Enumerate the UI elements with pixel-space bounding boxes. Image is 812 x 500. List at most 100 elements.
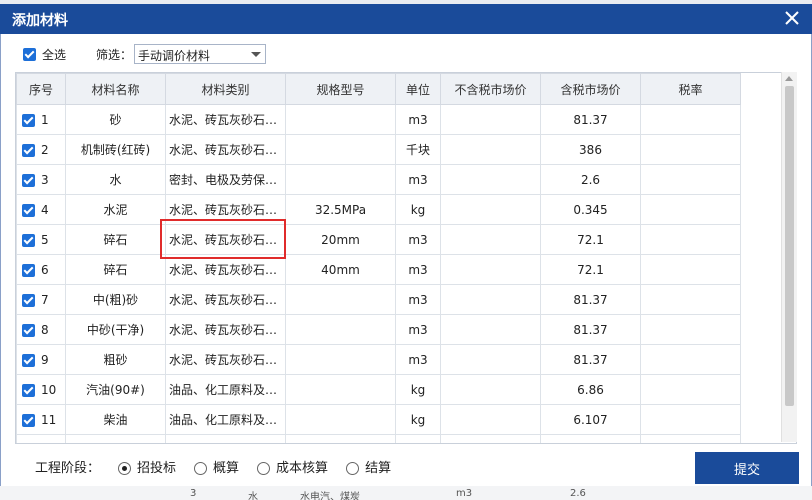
row-checkbox[interactable] — [22, 293, 35, 307]
cell-price-incl-tax[interactable]: 6.86 — [540, 374, 641, 405]
row-checkbox[interactable] — [22, 353, 35, 367]
cell-tax-rate[interactable] — [640, 254, 741, 285]
cell-price-incl-tax[interactable]: 72.1 — [540, 254, 641, 285]
column-header-tax-rate[interactable]: 税率 — [640, 73, 741, 105]
column-header-name[interactable]: 材料名称 — [65, 73, 166, 105]
row-seq-cell[interactable]: 1 — [16, 104, 66, 135]
cell-tax-rate[interactable] — [640, 344, 741, 375]
cell-price-excl-tax[interactable] — [440, 104, 541, 135]
row-seq-cell[interactable]: 2 — [16, 134, 66, 165]
cell-tax-rate[interactable] — [640, 224, 741, 255]
cell-tax-rate[interactable] — [640, 404, 741, 435]
cell-category[interactable]: 水泥、砖瓦灰砂石… — [165, 254, 286, 285]
cell-name[interactable]: 水泥 — [65, 194, 166, 225]
stage-option-label[interactable]: 概算 — [213, 461, 239, 476]
cell-name[interactable]: 柴油 — [65, 404, 166, 435]
row-checkbox[interactable] — [22, 143, 35, 157]
cell-unit[interactable]: 千块 — [395, 134, 441, 165]
cell-unit[interactable]: kg — [395, 404, 441, 435]
cell-price-incl-tax[interactable]: 81.37 — [540, 344, 641, 375]
cell-unit[interactable]: m3 — [395, 104, 441, 135]
cell-category[interactable]: 水泥、砖瓦灰砂石… — [165, 344, 286, 375]
row-seq-cell[interactable]: 5 — [16, 224, 66, 255]
cell-category[interactable]: 水泥、砖瓦灰砂石… — [165, 284, 286, 315]
row-checkbox[interactable] — [22, 203, 35, 217]
column-header-unit[interactable]: 单位 — [395, 73, 441, 105]
cell-price-incl-tax[interactable]: 2.6 — [540, 164, 641, 195]
scroll-up-arrow-icon[interactable] — [785, 76, 793, 81]
cell-name[interactable]: 碎石 — [65, 224, 166, 255]
cell-category[interactable]: 油品、化工原料及… — [165, 374, 286, 405]
table-row[interactable]: 8 中砂(干净) 水泥、砖瓦灰砂石… m3 81.37 — [16, 314, 741, 345]
column-header-spec[interactable]: 规格型号 — [285, 73, 396, 105]
filter-dropdown[interactable]: 手动调价材料 — [134, 44, 267, 64]
cell-tax-rate[interactable] — [640, 164, 741, 195]
table-row[interactable]: 4 水泥 水泥、砖瓦灰砂石… 32.5MPa kg 0.345 — [16, 194, 741, 225]
table-row[interactable]: 11 柴油 油品、化工原料及… kg 6.107 — [16, 404, 741, 435]
cell-name[interactable]: 中砂(干净) — [65, 314, 166, 345]
cell-spec[interactable] — [285, 104, 396, 135]
row-checkbox[interactable] — [22, 444, 35, 445]
cell-spec[interactable] — [285, 434, 396, 443]
cell-price-excl-tax[interactable] — [440, 194, 541, 225]
cell-category[interactable]: 油品、化工原料及… — [165, 404, 286, 435]
table-row[interactable]: 6 碎石 水泥、砖瓦灰砂石… 40mm m3 72.1 — [16, 254, 741, 285]
column-header-price-excl-tax[interactable]: 不含税市场价 — [440, 73, 541, 105]
stage-option-label[interactable]: 结算 — [365, 461, 391, 476]
cell-price-excl-tax[interactable] — [440, 164, 541, 195]
stage-radio-0[interactable] — [118, 462, 132, 475]
table-row[interactable]: 2 机制砖(红砖) 水泥、砖瓦灰砂石… 千块 386 — [16, 134, 741, 165]
cell-spec[interactable] — [285, 344, 396, 375]
table-row[interactable]: 10 汽油(90#) 油品、化工原料及… kg 6.86 — [16, 374, 741, 405]
cell-name[interactable]: 碎石 — [65, 254, 166, 285]
table-row[interactable]: 12 电密封、电极及劳保… kW·h 0.931 — [16, 434, 741, 445]
row-checkbox[interactable] — [22, 173, 35, 187]
row-checkbox[interactable] — [22, 413, 35, 427]
cell-category[interactable]: 水泥、砖瓦灰砂石… — [165, 134, 286, 165]
row-seq-cell[interactable]: 12 — [16, 434, 66, 445]
cell-spec[interactable] — [285, 284, 396, 315]
cell-price-incl-tax[interactable]: 6.107 — [540, 404, 641, 435]
cell-tax-rate[interactable] — [640, 374, 741, 405]
cell-spec[interactable]: 40mm — [285, 254, 396, 285]
cell-spec[interactable] — [285, 374, 396, 405]
row-seq-cell[interactable]: 9 — [16, 344, 66, 375]
row-seq-cell[interactable]: 4 — [16, 194, 66, 225]
row-checkbox[interactable] — [22, 233, 35, 247]
cell-price-incl-tax[interactable]: 0.931 — [540, 434, 641, 443]
cell-name[interactable]: 粗砂 — [65, 344, 166, 375]
table-row[interactable]: 7 中(粗)砂 水泥、砖瓦灰砂石… m3 81.37 — [16, 284, 741, 315]
stage-radio-1[interactable] — [194, 462, 208, 475]
row-checkbox[interactable] — [22, 113, 35, 127]
cell-spec[interactable] — [285, 314, 396, 345]
cell-unit[interactable]: m3 — [395, 224, 441, 255]
cell-price-incl-tax[interactable]: 81.37 — [540, 284, 641, 315]
row-seq-cell[interactable]: 6 — [16, 254, 66, 285]
cell-tax-rate[interactable] — [640, 434, 741, 443]
cell-unit[interactable]: m3 — [395, 344, 441, 375]
cell-price-excl-tax[interactable] — [440, 374, 541, 405]
cell-price-incl-tax[interactable]: 81.37 — [540, 314, 641, 345]
cell-spec[interactable] — [285, 134, 396, 165]
cell-price-excl-tax[interactable] — [440, 434, 541, 443]
table-row[interactable]: 1 砂水泥、砖瓦灰砂石… m3 81.37 — [16, 104, 741, 135]
table-row[interactable]: 9 粗砂 水泥、砖瓦灰砂石… m3 81.37 — [16, 344, 741, 375]
column-header-category[interactable]: 材料类别 — [165, 73, 286, 105]
cell-price-excl-tax[interactable] — [440, 404, 541, 435]
stage-radio-2[interactable] — [257, 462, 271, 475]
row-seq-cell[interactable]: 10 — [16, 374, 66, 405]
close-icon[interactable] — [780, 6, 804, 30]
cell-name[interactable]: 水 — [65, 164, 166, 195]
cell-spec[interactable]: 32.5MPa — [285, 194, 396, 225]
vertical-scrollbar[interactable] — [781, 72, 797, 442]
cell-tax-rate[interactable] — [640, 284, 741, 315]
cell-name[interactable]: 汽油(90#) — [65, 374, 166, 405]
cell-price-incl-tax[interactable]: 0.345 — [540, 194, 641, 225]
stage-radio-3[interactable] — [346, 462, 360, 475]
cell-price-incl-tax[interactable]: 81.37 — [540, 104, 641, 135]
row-checkbox[interactable] — [22, 323, 35, 337]
row-seq-cell[interactable]: 3 — [16, 164, 66, 195]
cell-tax-rate[interactable] — [640, 104, 741, 135]
row-checkbox[interactable] — [22, 263, 35, 277]
cell-unit[interactable]: m3 — [395, 164, 441, 195]
